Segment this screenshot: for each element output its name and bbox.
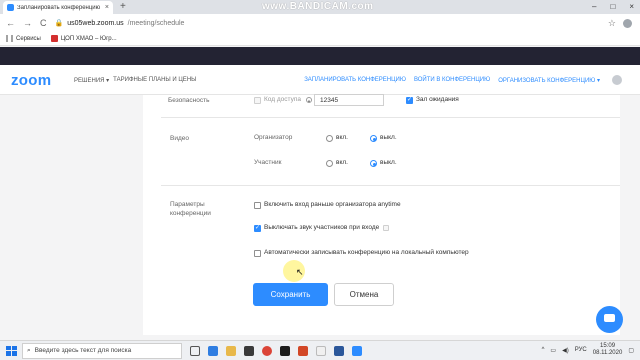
site-favicon-icon xyxy=(50,35,58,42)
waiting-room-checkbox[interactable] xyxy=(406,96,413,104)
mouse-cursor-icon: ↖ xyxy=(296,267,304,277)
nav-solutions[interactable]: РЕШЕНИЯ ▾ xyxy=(74,77,109,84)
clock[interactable]: 15:09 08.11.2020 xyxy=(593,343,623,357)
participant-video-off-label: выкл. xyxy=(380,159,397,166)
lock-icon: 🔒 xyxy=(54,20,64,27)
participant-video-off-radio[interactable] xyxy=(370,160,377,167)
waiting-room-label: Зал ожидания xyxy=(416,96,459,103)
apps-grid-icon xyxy=(6,35,13,42)
nav-pricing[interactable]: ТАРИФНЫЕ ПЛАНЫ И ЦЕНЫ xyxy=(113,77,196,84)
powerpoint-icon[interactable] xyxy=(298,345,308,356)
passcode-input[interactable]: 12345 xyxy=(314,94,384,106)
host-video-label: Организатор xyxy=(254,134,293,141)
tab-title: Запланировать конференцию xyxy=(17,4,101,11)
zoom-top-banner xyxy=(0,47,640,65)
windows-taskbar: ⌕ Введите здесь текст для поиска ^ ▭ ◀) … xyxy=(0,340,640,360)
forward-icon[interactable]: → xyxy=(23,18,32,28)
taskbar-apps xyxy=(190,345,362,356)
zoom-navbar: zoom РЕШЕНИЯ ▾ ТАРИФНЫЕ ПЛАНЫ И ЦЕНЫ ЗАП… xyxy=(0,65,640,95)
window-controls: – □ × xyxy=(592,2,634,11)
browser-tabstrip: Запланировать конференцию × + www.BANDIC… xyxy=(0,0,640,14)
reload-icon[interactable]: C xyxy=(40,18,47,28)
word-icon[interactable] xyxy=(334,345,344,356)
bookmark-star-icon[interactable]: ☆ xyxy=(608,18,616,29)
browser-tab[interactable]: Запланировать конференцию × xyxy=(3,1,113,14)
clock-date: 08.11.2020 xyxy=(592,350,623,356)
taskbar-search[interactable]: ⌕ Введите здесь текст для поиска xyxy=(22,342,182,359)
participant-video-on-label: вкл. xyxy=(336,159,348,166)
tray-arrow-icon[interactable]: ^ xyxy=(542,347,545,353)
passcode-checkbox[interactable] xyxy=(254,97,261,104)
clock-time: 15:09 xyxy=(600,343,616,349)
chrome-icon[interactable] xyxy=(262,345,272,356)
host-video-off-label: выкл. xyxy=(380,134,397,141)
task-view-icon[interactable] xyxy=(190,345,200,356)
windows-start-icon[interactable] xyxy=(4,344,18,358)
url-path: /meeting/schedule xyxy=(127,19,185,27)
participant-video-label: Участник xyxy=(254,159,282,166)
auto-record-label: Автоматически записывать конференцию на … xyxy=(264,249,469,256)
security-row: Безопасность Код доступа ▲ 12345 Зал ожи… xyxy=(143,94,620,109)
mute-info-icon[interactable] xyxy=(383,225,389,231)
nav-right: ЗАПЛАНИРОВАТЬ КОНФЕРЕНЦИЮ ВОЙТИ В КОНФЕР… xyxy=(304,77,600,84)
minimize-button[interactable]: – xyxy=(592,2,596,11)
new-tab-button[interactable]: + xyxy=(120,1,126,12)
divider xyxy=(161,185,620,186)
save-button[interactable]: Сохранить xyxy=(253,283,328,306)
user-avatar[interactable] xyxy=(612,75,622,85)
language-indicator[interactable]: РУС xyxy=(575,347,587,353)
chat-support-button[interactable] xyxy=(596,306,623,333)
edge-icon[interactable] xyxy=(208,345,218,356)
nav-join[interactable]: ВОЙТИ В КОНФЕРЕНЦИЮ xyxy=(414,77,490,84)
participant-video-on-radio[interactable] xyxy=(326,160,333,167)
zoom-logo[interactable]: zoom xyxy=(11,72,51,89)
notifications-icon[interactable]: ▢ xyxy=(628,347,634,354)
bookmarks-bar: Сервисы ЦОП ХМАО – Югр... xyxy=(0,32,640,46)
bandicam-icon[interactable] xyxy=(280,345,290,356)
bookmark-label: Сервисы xyxy=(16,35,41,42)
cancel-button[interactable]: Отмена xyxy=(334,283,394,306)
folder-icon[interactable] xyxy=(226,345,236,356)
passcode-info-icon[interactable]: ▲ xyxy=(306,97,312,103)
notepad-icon[interactable] xyxy=(316,345,326,356)
passcode-label: Код доступа xyxy=(264,96,301,103)
options-label-line2: конференции xyxy=(170,210,211,217)
bookmark-label: ЦОП ХМАО – Югр... xyxy=(60,35,117,42)
zoom-favicon-icon xyxy=(7,4,14,11)
address-bar: ← → C 🔒 us05web.zoom.us/meeting/schedule… xyxy=(0,14,640,32)
bookmark-cop[interactable]: ЦОП ХМАО – Югр... xyxy=(50,35,117,42)
volume-icon[interactable]: ◀) xyxy=(562,347,569,354)
maximize-button[interactable]: □ xyxy=(610,2,615,11)
join-before-host-checkbox[interactable] xyxy=(254,202,261,209)
store-icon[interactable] xyxy=(244,345,254,356)
divider xyxy=(161,117,620,118)
security-label: Безопасность xyxy=(168,97,210,104)
host-video-on-radio[interactable] xyxy=(326,135,333,142)
options-label-line1: Параметры xyxy=(170,201,205,208)
nav-schedule[interactable]: ЗАПЛАНИРОВАТЬ КОНФЕРЕНЦИЮ xyxy=(304,77,406,84)
zoom-app-icon[interactable] xyxy=(352,345,362,356)
join-before-host-label: Включить вход раньше организатора anytim… xyxy=(264,201,401,208)
back-icon[interactable]: ← xyxy=(6,18,15,28)
close-window-button[interactable]: × xyxy=(629,2,634,11)
system-tray: ^ ▭ ◀) РУС 15:09 08.11.2020 ▢ xyxy=(542,343,634,357)
mute-on-entry-label: Выключать звук участников при входе xyxy=(264,224,380,231)
schedule-form: Безопасность Код доступа ▲ 12345 Зал ожи… xyxy=(143,94,620,335)
search-placeholder: Введите здесь текст для поиска xyxy=(34,347,132,354)
nav-host[interactable]: ОРГАНИЗОВАТЬ КОНФЕРЕНЦИЮ ▾ xyxy=(498,77,600,84)
host-video-off-radio[interactable] xyxy=(370,135,377,142)
tab-close-icon[interactable]: × xyxy=(105,4,109,11)
nav-left: РЕШЕНИЯ ▾ ТАРИФНЫЕ ПЛАНЫ И ЦЕНЫ xyxy=(74,77,196,84)
url-field[interactable]: 🔒 us05web.zoom.us/meeting/schedule xyxy=(54,19,185,28)
bookmark-apps[interactable]: Сервисы xyxy=(6,35,41,42)
recording-watermark: www.BANDICAM.com xyxy=(262,1,374,12)
search-icon: ⌕ xyxy=(27,346,31,354)
video-label: Видео xyxy=(170,135,189,142)
mute-on-entry-checkbox[interactable] xyxy=(254,224,261,232)
profile-avatar[interactable] xyxy=(623,18,632,28)
auto-record-checkbox[interactable] xyxy=(254,250,261,257)
host-video-on-label: вкл. xyxy=(336,134,348,141)
network-icon[interactable]: ▭ xyxy=(550,347,556,354)
url-host: us05web.zoom.us xyxy=(67,19,124,27)
